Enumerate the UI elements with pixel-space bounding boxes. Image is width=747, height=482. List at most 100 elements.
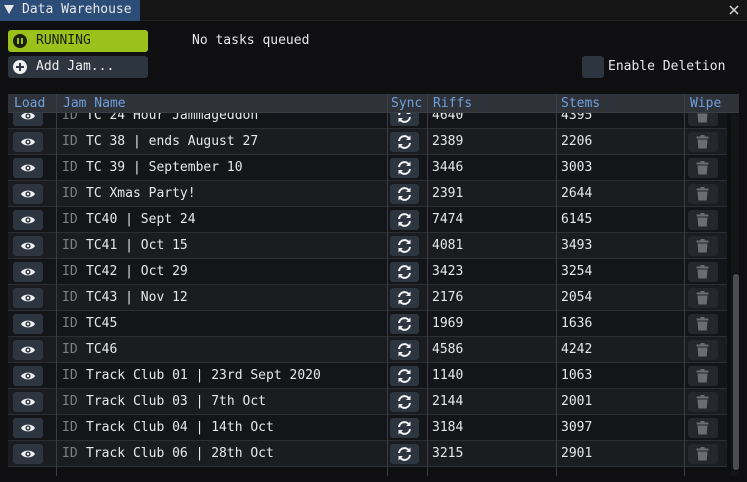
riffs-count: 3184 — [432, 420, 464, 435]
scrollbar-thumb[interactable] — [733, 274, 739, 470]
wipe-button[interactable] — [688, 366, 718, 386]
window-title-tab[interactable]: Data Warehouse — [0, 0, 140, 21]
column-divider[interactable] — [684, 94, 685, 476]
riffs-count: 1969 — [432, 316, 464, 331]
sync-button[interactable] — [390, 392, 419, 412]
jam-id-tag: ID — [62, 134, 78, 149]
collapse-triangle-icon[interactable] — [4, 5, 14, 14]
wipe-button[interactable] — [688, 236, 718, 256]
table-row[interactable]: ID TC43 | Nov 12 2176 2054 — [8, 285, 727, 311]
enable-deletion-label: Enable Deletion — [608, 59, 726, 74]
column-divider[interactable] — [556, 94, 557, 476]
stems-count: 1063 — [561, 368, 593, 383]
column-divider[interactable] — [427, 94, 428, 476]
riffs-count: 3446 — [432, 160, 464, 175]
load-button[interactable] — [13, 314, 43, 334]
sync-button[interactable] — [390, 444, 419, 464]
load-button[interactable] — [13, 236, 43, 256]
sync-button[interactable] — [390, 314, 419, 334]
running-button[interactable]: RUNNING — [8, 30, 148, 52]
wipe-button[interactable] — [688, 288, 718, 308]
jam-name: TC43 | Nov 12 — [86, 290, 188, 305]
sync-button[interactable] — [390, 236, 419, 256]
sync-button[interactable] — [390, 418, 419, 438]
jam-name: TC46 — [86, 342, 118, 357]
load-button[interactable] — [13, 210, 43, 230]
sync-button[interactable] — [390, 132, 419, 152]
table-row[interactable]: ID Track Club 04 | 14th Oct 3184 3097 — [8, 415, 727, 441]
load-button[interactable] — [13, 288, 43, 308]
load-button[interactable] — [13, 366, 43, 386]
jam-id-tag: ID — [62, 342, 78, 357]
jam-name: TC40 | Sept 24 — [86, 212, 196, 227]
sync-button[interactable] — [390, 262, 419, 282]
header-sync[interactable]: Sync — [391, 96, 422, 111]
jam-id-tag: ID — [62, 368, 78, 383]
add-jam-label: Add Jam... — [36, 59, 115, 74]
running-label: RUNNING — [36, 33, 91, 48]
jam-name: Track Club 06 | 28th Oct — [86, 446, 274, 461]
stems-count: 2206 — [561, 134, 593, 149]
header-jam-name[interactable]: Jam Name — [63, 96, 126, 111]
sync-button[interactable] — [390, 366, 419, 386]
sync-button[interactable] — [390, 288, 419, 308]
sync-button[interactable] — [390, 210, 419, 230]
table-row[interactable]: ID TC41 | Oct 15 4081 3493 — [8, 233, 727, 259]
table-row[interactable]: ID TC42 | Oct 29 3423 3254 — [8, 259, 727, 285]
riffs-count: 7474 — [432, 212, 464, 227]
table-row[interactable]: ID Track Club 01 | 23rd Sept 2020 1140 1063 — [8, 363, 727, 389]
table-row[interactable]: ID TC46 4586 4242 — [8, 337, 727, 363]
jam-name: TC 38 | ends August 27 — [86, 134, 259, 149]
column-divider[interactable] — [387, 94, 388, 476]
table-row[interactable]: ID Track Club 06 | 28th Oct 3215 2901 — [8, 441, 727, 467]
jam-name: Track Club 03 | 7th Oct — [86, 394, 267, 409]
table-row[interactable]: ID Track Club 03 | 7th Oct 2144 2001 — [8, 389, 727, 415]
add-jam-button[interactable]: Add Jam... — [8, 56, 148, 78]
sync-button[interactable] — [390, 158, 419, 178]
header-wipe[interactable]: Wipe — [690, 96, 721, 111]
wipe-button[interactable] — [688, 210, 718, 230]
sync-button[interactable] — [390, 184, 419, 204]
jam-id-tag: ID — [62, 290, 78, 305]
jam-name: Track Club 04 | 14th Oct — [86, 420, 274, 435]
wipe-button[interactable] — [688, 132, 718, 152]
table-row[interactable]: ID TC45 1969 1636 — [8, 311, 727, 337]
column-divider[interactable] — [56, 94, 57, 476]
jam-id-tag: ID — [62, 446, 78, 461]
close-icon[interactable] — [727, 3, 741, 17]
wipe-button[interactable] — [688, 340, 718, 360]
jam-table: ID TC 24 Hour Jammageddon 4640 4395 ID TC 38 … — [8, 94, 739, 476]
wipe-button[interactable] — [688, 262, 718, 282]
enable-deletion-checkbox[interactable] — [582, 56, 604, 78]
jam-id-tag: ID — [62, 316, 78, 331]
jam-name: TC42 | Oct 29 — [86, 264, 188, 279]
table-row[interactable]: ID TC 38 | ends August 27 2389 2206 — [8, 129, 727, 155]
jam-id-tag: ID — [62, 160, 78, 175]
load-button[interactable] — [13, 392, 43, 412]
load-button[interactable] — [13, 184, 43, 204]
jam-id-tag: ID — [62, 212, 78, 227]
wipe-button[interactable] — [688, 444, 718, 464]
wipe-button[interactable] — [688, 392, 718, 412]
wipe-button[interactable] — [688, 158, 718, 178]
load-button[interactable] — [13, 444, 43, 464]
wipe-button[interactable] — [688, 184, 718, 204]
header-stems[interactable]: Stems — [561, 96, 600, 111]
wipe-button[interactable] — [688, 418, 718, 438]
load-button[interactable] — [13, 262, 43, 282]
riffs-count: 4586 — [432, 342, 464, 357]
table-row[interactable]: ID TC Xmas Party! 2391 2644 — [8, 181, 727, 207]
sync-button[interactable] — [390, 340, 419, 360]
header-load[interactable]: Load — [14, 96, 45, 111]
riffs-count: 3215 — [432, 446, 464, 461]
table-row[interactable]: ID TC40 | Sept 24 7474 6145 — [8, 207, 727, 233]
load-button[interactable] — [13, 340, 43, 360]
jam-name: TC41 | Oct 15 — [86, 238, 188, 253]
stems-count: 3003 — [561, 160, 593, 175]
load-button[interactable] — [13, 418, 43, 438]
table-row[interactable]: ID TC 39 | September 10 3446 3003 — [8, 155, 727, 181]
header-riffs[interactable]: Riffs — [433, 96, 472, 111]
wipe-button[interactable] — [688, 314, 718, 334]
load-button[interactable] — [13, 132, 43, 152]
load-button[interactable] — [13, 158, 43, 178]
